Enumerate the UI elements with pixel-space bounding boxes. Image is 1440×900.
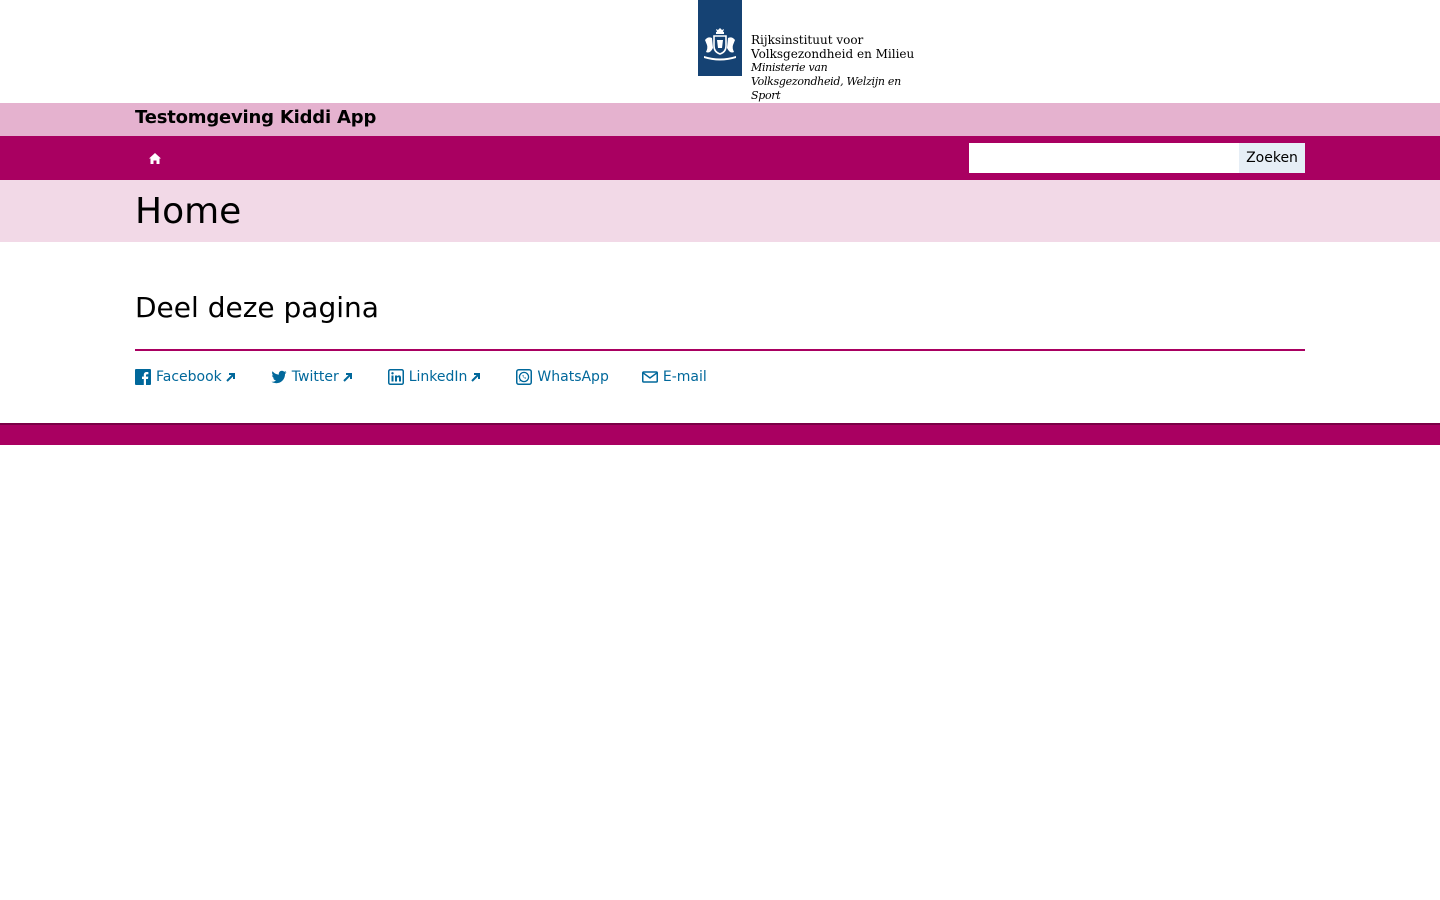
email-icon [641, 369, 658, 385]
share-list: Facebook Twitter LinkedIn WhatsApp E-mai… [135, 369, 707, 389]
share-email-label: E-mail [662, 369, 707, 385]
page-heading-band: Home [0, 180, 1440, 242]
search-input[interactable] [969, 143, 1239, 173]
share-facebook-label: Facebook [156, 369, 222, 385]
external-link-icon [342, 372, 353, 383]
whatsapp-icon [516, 369, 533, 385]
coat-of-arms-icon [704, 28, 736, 61]
site-title-bar: Testomgeving Kiddi App [0, 103, 1440, 136]
rijksoverheid-logo[interactable] [698, 0, 742, 76]
external-link-icon [470, 372, 481, 383]
site-title[interactable]: Testomgeving Kiddi App [135, 107, 376, 128]
share-facebook-link[interactable]: Facebook [135, 369, 236, 385]
share-linkedin-link[interactable]: LinkedIn [387, 369, 482, 385]
org-name: Rijksinstituut voor Volksgezondheid en M… [751, 33, 915, 61]
footer-bar [0, 423, 1440, 445]
logo-wordmark: Rijksinstituut voor Volksgezondheid en M… [751, 33, 961, 103]
twitter-icon [271, 369, 287, 385]
linkedin-icon [387, 369, 404, 385]
share-twitter-label: Twitter [291, 369, 339, 385]
share-linkedin-label: LinkedIn [408, 369, 468, 385]
facebook-icon [135, 369, 151, 385]
ministry-name: Ministerie van Volksgezondheid, Welzijn … [751, 61, 901, 102]
main-navigation: Zoeken [0, 136, 1440, 180]
share-divider [135, 349, 1305, 351]
share-twitter-link[interactable]: Twitter [271, 369, 353, 385]
page-title: Home [135, 191, 242, 232]
logo-header: Rijksinstituut voor Volksgezondheid en M… [0, 0, 1440, 103]
external-link-icon [225, 372, 236, 383]
home-icon [149, 152, 161, 164]
home-link[interactable] [143, 146, 167, 170]
share-title: Deel deze pagina [135, 291, 379, 324]
share-whatsapp-link[interactable]: WhatsApp [516, 369, 609, 385]
search-button[interactable]: Zoeken [1239, 143, 1305, 173]
share-whatsapp-label: WhatsApp [537, 369, 609, 385]
share-email-link[interactable]: E-mail [641, 369, 707, 385]
